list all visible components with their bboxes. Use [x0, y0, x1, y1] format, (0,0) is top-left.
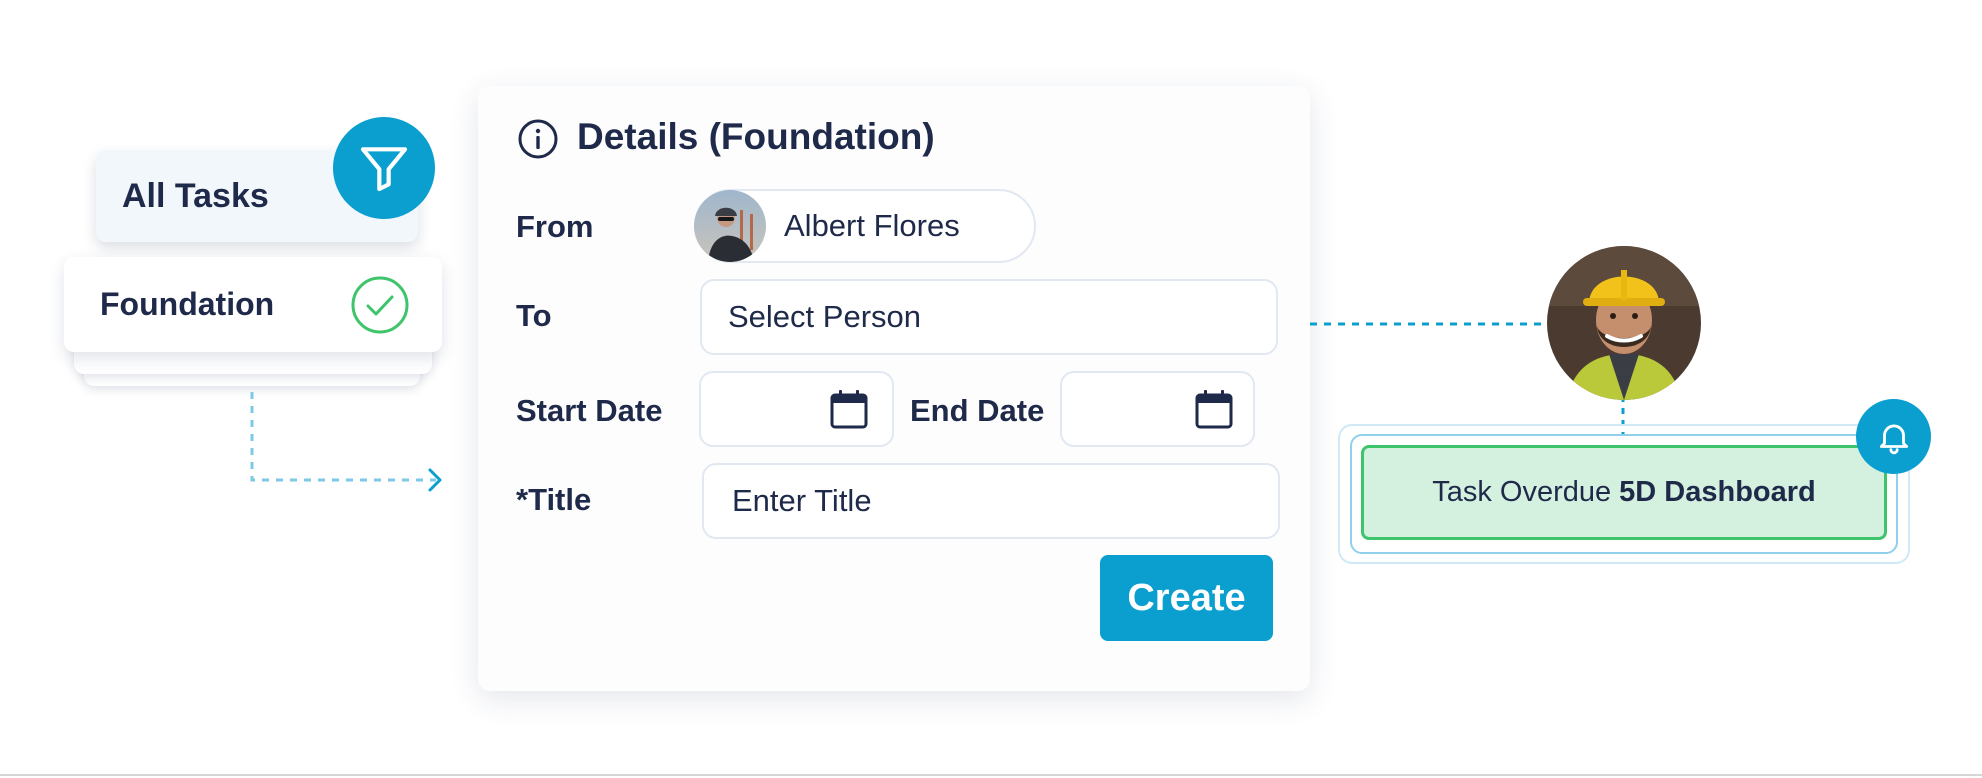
check-circle-icon: [351, 276, 409, 334]
start-date-label: Start Date: [516, 393, 663, 428]
title-label: *Title: [516, 482, 592, 517]
to-person-select[interactable]: Select Person: [700, 279, 1278, 355]
to-person-placeholder: Select Person: [728, 299, 921, 334]
from-person-chip[interactable]: Albert Flores: [694, 189, 1036, 263]
foundation-label: Foundation: [100, 286, 275, 322]
info-icon: [518, 119, 558, 159]
panel-title: Details (Foundation): [577, 116, 935, 157]
connector-dashed-line: [1310, 322, 1550, 326]
from-person-name: Albert Flores: [784, 208, 960, 243]
from-label: From: [516, 209, 594, 244]
calendar-icon[interactable]: [1193, 388, 1235, 430]
notification-emphasis: 5D Dashboard: [1619, 476, 1816, 508]
calendar-icon[interactable]: [828, 388, 870, 430]
title-input[interactable]: Enter Title: [702, 463, 1280, 539]
connector-arrow: [250, 392, 442, 492]
notification-bell-button[interactable]: [1856, 399, 1931, 474]
bell-icon: [1879, 424, 1908, 454]
bottom-divider: [0, 774, 1982, 776]
overdue-notification[interactable]: Task Overdue 5D Dashboard: [1361, 445, 1887, 540]
to-label: To: [516, 298, 552, 333]
create-button[interactable]: Create: [1100, 555, 1273, 641]
end-date-label: End Date: [910, 393, 1045, 428]
filter-button[interactable]: [333, 117, 435, 219]
title-placeholder: Enter Title: [732, 483, 872, 518]
avatar: [1547, 246, 1701, 400]
avatar: [694, 190, 766, 262]
all-tasks-label: All Tasks: [122, 176, 269, 215]
notification-prefix: Task Overdue: [1432, 476, 1612, 508]
filter-icon: [360, 147, 408, 192]
